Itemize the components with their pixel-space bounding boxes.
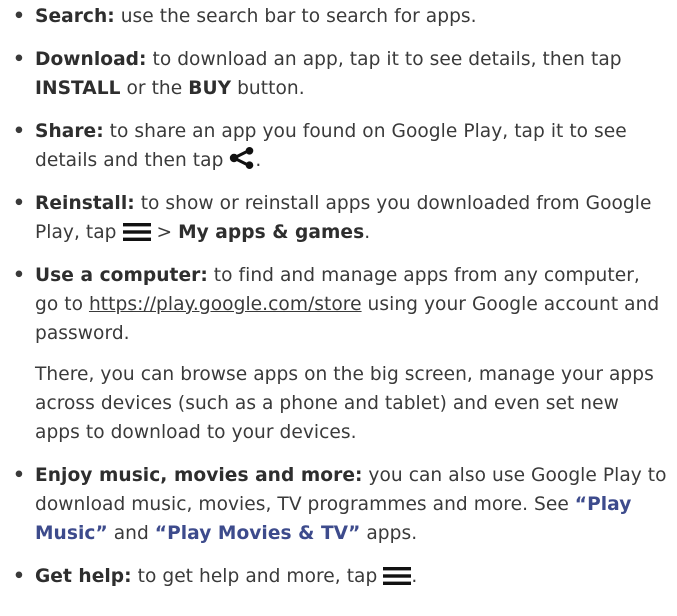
tip-text: or the	[120, 78, 189, 99]
menu-icon	[383, 567, 412, 585]
tip-text: to share an app you found on Google Play…	[35, 121, 627, 171]
tip-term: Reinstall:	[35, 193, 135, 214]
my-apps-label: My apps & games	[178, 222, 365, 243]
tip-text: to download an app, tap it to see detail…	[146, 49, 622, 70]
play-movies-link[interactable]: “Play Movies & TV”	[155, 523, 361, 544]
menu-icon	[122, 223, 151, 241]
tip-text: use the search bar to search for apps.	[114, 6, 477, 27]
tip-text: and	[107, 523, 155, 544]
tip-download: Download: to download an app, tap it to …	[13, 45, 667, 103]
buy-label: BUY	[188, 78, 232, 99]
help-page: Search: use the search bar to search for…	[0, 0, 677, 616]
tip-separator: >	[150, 222, 179, 243]
tip-term: Use a computer:	[35, 265, 208, 286]
tip-end: .	[364, 222, 371, 243]
tip-enjoy-media: Enjoy music, movies and more: you can al…	[13, 461, 667, 548]
play-store-link[interactable]: https://play.google.com/store	[89, 294, 362, 315]
tip-end: .	[255, 150, 262, 171]
tip-get-help: Get help: to get help and more, tap .	[13, 562, 667, 591]
tip-term: Enjoy music, movies and more:	[35, 465, 363, 486]
install-label: INSTALL	[35, 78, 121, 99]
tip-share: Share: to share an app you found on Goog…	[13, 117, 667, 175]
tip-term: Share:	[35, 121, 104, 142]
tip-text: apps.	[360, 523, 418, 544]
tips-list: Search: use the search bar to search for…	[13, 2, 667, 591]
tip-term: Search:	[35, 6, 115, 27]
tip-paragraph: There, you can browse apps on the big sc…	[35, 364, 654, 443]
tip-text: button.	[231, 78, 305, 99]
tip-term: Download:	[35, 49, 147, 70]
tip-reinstall: Reinstall: to show or reinstall apps you…	[13, 189, 667, 247]
tip-search: Search: use the search bar to search for…	[13, 2, 667, 31]
tip-use-computer: Use a computer: to find and manage apps …	[13, 261, 667, 348]
tip-text: to get help and more, tap	[131, 566, 384, 587]
tip-term: Get help:	[35, 566, 132, 587]
share-icon	[229, 147, 255, 169]
tip-end: .	[411, 566, 418, 587]
